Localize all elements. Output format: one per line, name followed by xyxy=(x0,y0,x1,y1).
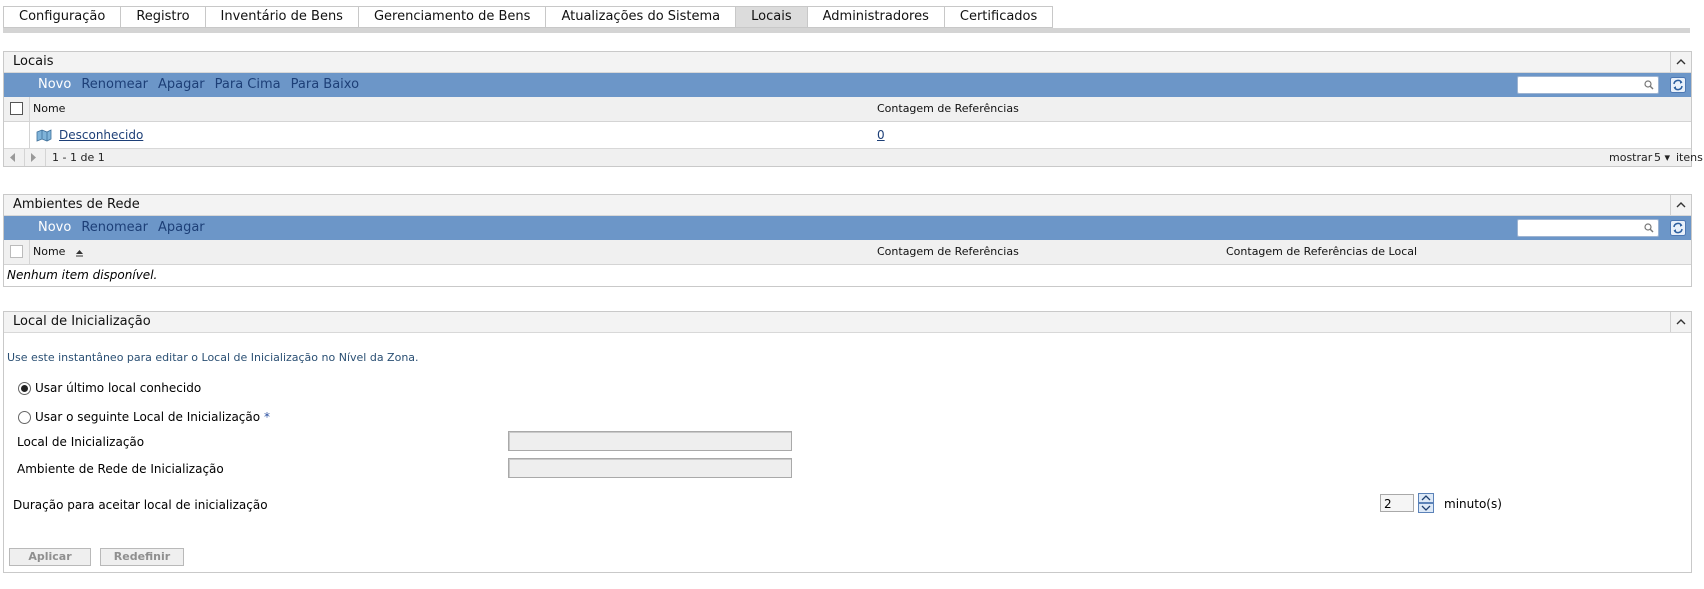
locations-search-input[interactable] xyxy=(1517,76,1659,94)
tab-locais[interactable]: Locais xyxy=(735,6,807,28)
delete-location-button[interactable]: Apagar xyxy=(158,73,205,97)
location-folder-icon xyxy=(36,129,52,142)
tab-atualizacoes-do-sistema[interactable]: Atualizações do Sistema xyxy=(545,6,736,28)
locations-toolbar: Novo Renomear Apagar Para Cima Para Baix… xyxy=(4,73,1691,97)
location-link-desconhecido[interactable]: Desconhecido xyxy=(59,122,143,148)
locations-panel: Locais Novo Renomear Apagar Para Cima Pa… xyxy=(3,51,1703,167)
column-ref-count[interactable]: Contagem de Referências xyxy=(877,97,1019,121)
new-network-button[interactable]: Novo xyxy=(38,216,71,240)
duration-input[interactable]: 2 xyxy=(1380,494,1414,512)
tab-inventario-de-bens[interactable]: Inventário de Bens xyxy=(204,6,358,28)
select-all-networks-checkbox[interactable] xyxy=(10,245,23,258)
network-collapse-button[interactable] xyxy=(1670,195,1691,215)
locations-pager: 1 - 1 de 1 mostrar 5 ▾ itens xyxy=(4,149,1703,166)
rename-location-button[interactable]: Renomear xyxy=(81,73,148,97)
startup-collapse-button[interactable] xyxy=(1670,312,1691,332)
search-icon xyxy=(1644,80,1654,90)
startup-network-field[interactable] xyxy=(508,458,792,478)
network-panel-title: Ambientes de Rede xyxy=(13,197,140,212)
apply-button[interactable]: Aplicar xyxy=(9,548,91,566)
chevron-down-icon: ▾ xyxy=(1664,151,1671,164)
search-icon xyxy=(1644,223,1654,233)
pager-range: 1 - 1 de 1 xyxy=(52,151,105,164)
startup-panel-title: Local de Inicialização xyxy=(13,314,151,329)
page-size-select[interactable]: 5 ▾ xyxy=(1654,149,1670,166)
tab-administradores[interactable]: Administradores xyxy=(806,6,944,28)
select-all-locations-checkbox[interactable] xyxy=(10,102,23,115)
radio-last-known-location[interactable] xyxy=(18,382,31,395)
radio-following-location[interactable] xyxy=(18,411,31,424)
new-location-button[interactable]: Novo xyxy=(38,73,71,97)
previous-page-icon[interactable] xyxy=(10,153,16,162)
column-name[interactable]: Nome xyxy=(33,240,84,264)
locations-collapse-button[interactable] xyxy=(1670,52,1691,72)
pager-items-label: itens xyxy=(1676,151,1703,164)
refresh-icon[interactable] xyxy=(1670,220,1686,236)
delete-network-button[interactable]: Apagar xyxy=(158,216,205,240)
option-following-label: Usar o seguinte Local de Inicialização * xyxy=(35,410,270,424)
next-page-icon[interactable] xyxy=(31,153,37,162)
column-location-ref-count[interactable]: Contagem de Referências de Local xyxy=(1226,240,1417,264)
locations-panel-header: Locais xyxy=(4,52,1691,73)
tab-underline xyxy=(3,28,1690,33)
network-toolbar: Novo Renomear Apagar xyxy=(4,216,1691,240)
network-panel-header: Ambientes de Rede xyxy=(4,195,1691,216)
table-row: Desconhecido 0 xyxy=(4,122,1691,149)
column-name[interactable]: Nome xyxy=(33,97,65,121)
page-size-value: 5 xyxy=(1654,151,1661,164)
ref-count-link[interactable]: 0 xyxy=(877,122,885,148)
sort-ascending-icon xyxy=(75,249,83,256)
startup-panel-header: Local de Inicialização xyxy=(4,312,1691,333)
tab-certificados[interactable]: Certificados xyxy=(943,6,1054,28)
duration-label: Duração para aceitar local de inicializa… xyxy=(13,498,268,512)
locations-grid-header: Nome Contagem de Referências xyxy=(4,97,1691,122)
startup-location-panel: Local de Inicialização Use este instantâ… xyxy=(3,311,1692,573)
column-ref-count[interactable]: Contagem de Referências xyxy=(877,240,1019,264)
tab-configuracao[interactable]: Configuração xyxy=(3,6,121,28)
reset-button[interactable]: Redefinir xyxy=(100,548,184,566)
rename-network-button[interactable]: Renomear xyxy=(81,216,148,240)
move-up-button[interactable]: Para Cima xyxy=(215,73,281,97)
tab-bar: Configuração Registro Inventário de Bens… xyxy=(3,6,1054,28)
startup-network-label: Ambiente de Rede de Inicialização xyxy=(17,462,224,476)
duration-unit-label: minuto(s) xyxy=(1444,497,1502,511)
network-search-input[interactable] xyxy=(1517,219,1659,237)
move-down-button[interactable]: Para Baixo xyxy=(291,73,359,97)
chevron-up-icon xyxy=(1676,202,1686,208)
startup-location-field[interactable] xyxy=(508,431,792,451)
network-environments-panel: Ambientes de Rede Novo Renomear Apagar N… xyxy=(3,194,1692,287)
locations-panel-title: Locais xyxy=(13,54,54,69)
tab-gerenciamento-de-bens[interactable]: Gerenciamento de Bens xyxy=(357,6,546,28)
refresh-icon[interactable] xyxy=(1670,77,1686,93)
duration-stepper[interactable] xyxy=(1418,493,1434,513)
required-mark: * xyxy=(263,410,270,424)
tab-registro[interactable]: Registro xyxy=(120,6,205,28)
chevron-up-icon xyxy=(1676,319,1686,325)
no-items-message: Nenhum item disponível. xyxy=(7,268,158,282)
option-last-known-label: Usar último local conhecido xyxy=(35,381,202,395)
chevron-up-icon xyxy=(1676,59,1686,65)
network-grid-header: Nome Contagem de Referências Contagem de… xyxy=(4,240,1691,265)
startup-hint-text: Use este instantâneo para editar o Local… xyxy=(7,351,419,364)
startup-location-label: Local de Inicialização xyxy=(17,435,145,449)
pager-show-label: mostrar xyxy=(1609,151,1653,164)
